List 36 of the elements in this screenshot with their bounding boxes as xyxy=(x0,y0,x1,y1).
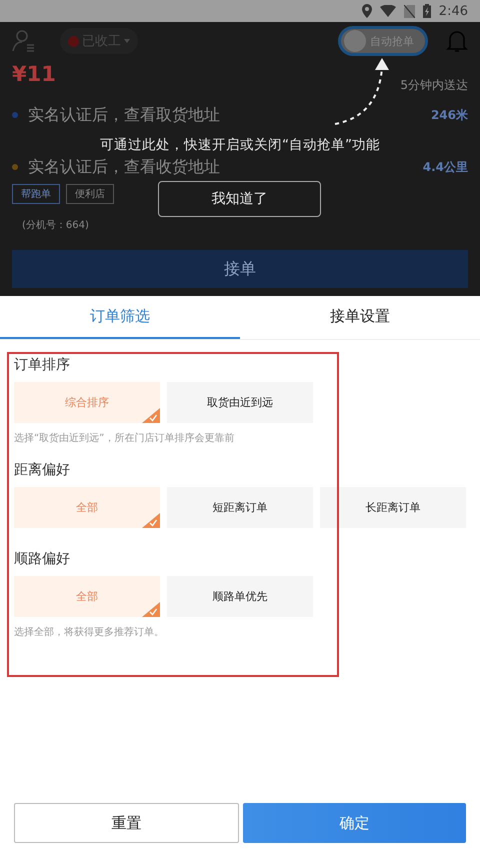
distance-text: 4.4公里 xyxy=(422,158,468,176)
stop-icon xyxy=(68,36,79,46)
option-button[interactable]: 取货由近到远 xyxy=(167,382,313,423)
order-tag: 帮跑单 xyxy=(12,184,60,204)
got-it-button[interactable]: 我知道了 xyxy=(158,181,321,217)
accept-order-button[interactable]: 接单 xyxy=(12,250,468,288)
battery-icon xyxy=(422,4,431,18)
section-title: 距离偏好 xyxy=(14,461,71,479)
bell-icon[interactable] xyxy=(446,29,468,53)
location-icon xyxy=(362,4,372,18)
no-sim-icon xyxy=(404,4,415,18)
option-button[interactable]: 短距离订单 xyxy=(167,487,313,528)
confirm-button[interactable]: 确定 xyxy=(243,803,466,843)
check-corner-icon xyxy=(142,602,160,617)
hint-text: 选择“取货由近到远”，所在门店订单排序会更靠前 xyxy=(14,432,236,445)
wifi-icon xyxy=(380,5,396,17)
order-tag: 便利店 xyxy=(66,184,114,204)
hint-text: 选择全部，将获得更多推荐订单。 xyxy=(14,626,165,639)
extension-number: (分机号：664) xyxy=(21,218,90,232)
reset-button[interactable]: 重置 xyxy=(14,803,239,843)
clock-time: 2:46 xyxy=(438,4,468,18)
order-price: ¥11 xyxy=(12,62,56,86)
section-title: 顺路偏好 xyxy=(14,550,71,568)
distance-text: 246米 xyxy=(430,106,468,124)
caret-icon xyxy=(124,39,130,43)
address-text: 实名认证后，查看收货地址 xyxy=(28,156,221,178)
delivery-time: 5分钟内送达 xyxy=(400,77,468,94)
user-menu-icon[interactable] xyxy=(12,29,36,53)
option-button[interactable]: 长距离订单 xyxy=(320,487,466,528)
check-corner-icon xyxy=(142,408,160,423)
option-button[interactable]: 顺路单优先 xyxy=(167,576,313,617)
section-title: 订单排序 xyxy=(14,356,71,374)
guide-tip: 可通过此处，快速开启或关闭“自动抢单”功能 xyxy=(99,136,381,154)
address-text: 实名认证后，查看取货地址 xyxy=(28,104,221,126)
check-corner-icon xyxy=(142,513,160,528)
dashed-arrow xyxy=(332,56,392,128)
